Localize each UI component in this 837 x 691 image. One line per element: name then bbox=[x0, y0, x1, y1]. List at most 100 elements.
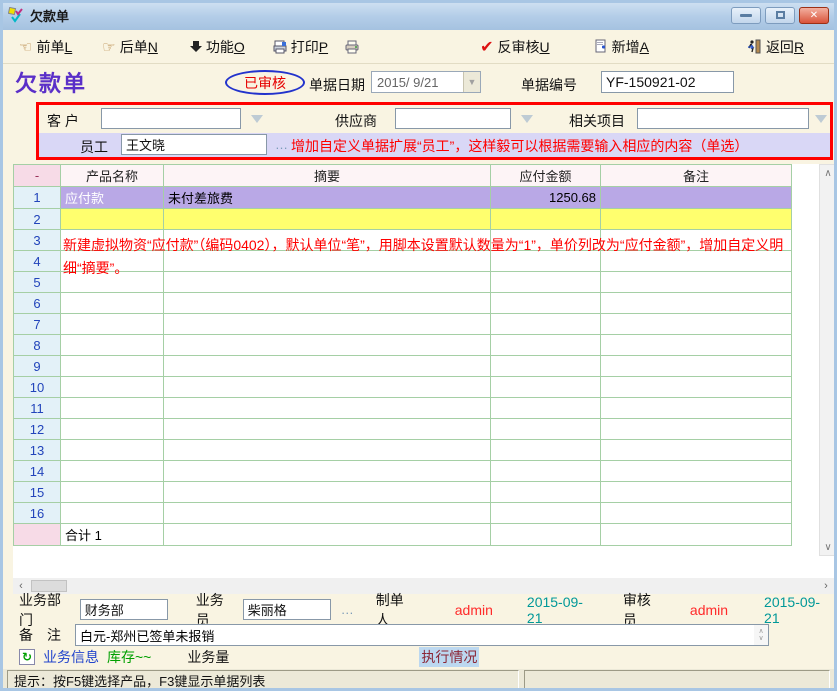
next-doc-button[interactable]: ☞ 后单N bbox=[98, 34, 162, 60]
cell-amount[interactable] bbox=[491, 293, 601, 314]
cell-amount[interactable] bbox=[491, 377, 601, 398]
cell-amount[interactable] bbox=[491, 503, 601, 524]
cell-amount[interactable]: 1250.68 bbox=[491, 187, 601, 209]
execution-status-link[interactable]: 执行情况 bbox=[419, 647, 479, 667]
cell-amount[interactable] bbox=[491, 440, 601, 461]
chevron-down-icon[interactable]: ▼ bbox=[463, 72, 480, 92]
cell-amount[interactable] bbox=[491, 356, 601, 377]
cell-product[interactable] bbox=[61, 293, 164, 314]
cell-no[interactable]: 7 bbox=[14, 314, 61, 335]
cell-note[interactable] bbox=[601, 356, 792, 377]
cell-product[interactable] bbox=[61, 251, 164, 272]
header-amount[interactable]: 应付金额 bbox=[491, 165, 601, 187]
cell-summary[interactable] bbox=[164, 377, 491, 398]
cell-no[interactable]: 15 bbox=[14, 482, 61, 503]
scroll-right-icon[interactable]: › bbox=[818, 580, 834, 592]
supplier-dropdown-icon[interactable] bbox=[521, 115, 533, 123]
cell-amount[interactable] bbox=[491, 314, 601, 335]
header-summary[interactable]: 摘要 bbox=[164, 165, 491, 187]
cell-summary[interactable] bbox=[164, 209, 491, 230]
cell-amount[interactable] bbox=[491, 398, 601, 419]
cell-summary[interactable] bbox=[164, 230, 491, 251]
cell-note[interactable] bbox=[601, 251, 792, 272]
cell-note[interactable] bbox=[601, 230, 792, 251]
cell-summary[interactable]: 未付差旅费 bbox=[164, 187, 491, 209]
cell-no[interactable]: 2 bbox=[14, 209, 61, 230]
employee-input[interactable] bbox=[121, 134, 267, 155]
cell-note[interactable] bbox=[601, 293, 792, 314]
cell-summary[interactable] bbox=[164, 440, 491, 461]
cell-no[interactable]: 5 bbox=[14, 272, 61, 293]
cell-summary[interactable] bbox=[164, 503, 491, 524]
header-note[interactable]: 备注 bbox=[601, 165, 792, 187]
cell-product[interactable] bbox=[61, 461, 164, 482]
scroll-down-icon[interactable]: ∨ bbox=[820, 539, 836, 555]
project-input[interactable] bbox=[637, 108, 809, 129]
functions-button[interactable]: 功能O bbox=[186, 34, 249, 60]
cell-amount[interactable] bbox=[491, 482, 601, 503]
cell-no[interactable]: 8 bbox=[14, 335, 61, 356]
scroll-up-icon[interactable]: ∧ bbox=[820, 165, 836, 181]
cell-note[interactable] bbox=[601, 503, 792, 524]
add-new-button[interactable]: 新增A bbox=[590, 34, 653, 60]
vertical-scrollbar[interactable]: ∧ ∨ bbox=[819, 164, 837, 556]
cell-no[interactable]: 12 bbox=[14, 419, 61, 440]
prev-doc-button[interactable]: ☜ 前单L bbox=[15, 34, 76, 60]
cell-summary[interactable] bbox=[164, 461, 491, 482]
cell-amount[interactable] bbox=[491, 209, 601, 230]
project-dropdown-icon[interactable] bbox=[815, 115, 827, 123]
cell-summary[interactable] bbox=[164, 398, 491, 419]
clerk-browse-icon[interactable]: … bbox=[341, 602, 354, 617]
customer-input[interactable] bbox=[101, 108, 241, 129]
cell-no[interactable]: 14 bbox=[14, 461, 61, 482]
cell-amount[interactable] bbox=[491, 251, 601, 272]
remark-input[interactable] bbox=[76, 626, 754, 644]
unaudit-button[interactable]: ✔ 反审核U bbox=[476, 34, 554, 60]
header-product[interactable]: 产品名称 bbox=[61, 165, 164, 187]
cell-note[interactable] bbox=[601, 482, 792, 503]
cell-product[interactable] bbox=[61, 356, 164, 377]
cell-summary[interactable] bbox=[164, 272, 491, 293]
doc-date-combo[interactable]: 2015/ 9/21 ▼ bbox=[371, 71, 481, 93]
maximize-button[interactable] bbox=[765, 7, 795, 24]
cell-product[interactable] bbox=[61, 314, 164, 335]
cell-note[interactable] bbox=[601, 461, 792, 482]
cell-product[interactable] bbox=[61, 419, 164, 440]
cell-product[interactable] bbox=[61, 503, 164, 524]
cell-summary[interactable] bbox=[164, 419, 491, 440]
close-button[interactable]: ✕ bbox=[799, 7, 829, 24]
cell-note[interactable] bbox=[601, 314, 792, 335]
refresh-icon[interactable]: ↻ bbox=[19, 649, 35, 665]
cell-note[interactable] bbox=[601, 398, 792, 419]
cell-product[interactable] bbox=[61, 482, 164, 503]
cell-summary[interactable] bbox=[164, 251, 491, 272]
cell-product[interactable] bbox=[61, 335, 164, 356]
cell-note[interactable] bbox=[601, 419, 792, 440]
cell-product[interactable] bbox=[61, 440, 164, 461]
print-button[interactable]: 打印P bbox=[269, 34, 332, 60]
cell-note[interactable] bbox=[601, 377, 792, 398]
cell-note[interactable] bbox=[601, 335, 792, 356]
header-index[interactable]: - bbox=[14, 165, 61, 187]
cell-summary[interactable] bbox=[164, 482, 491, 503]
printer-button[interactable] bbox=[340, 37, 364, 57]
spinner-icon[interactable]: ∧∨ bbox=[754, 625, 768, 645]
cell-amount[interactable] bbox=[491, 335, 601, 356]
cell-product[interactable] bbox=[61, 209, 164, 230]
cell-no[interactable]: 10 bbox=[14, 377, 61, 398]
cell-no[interactable]: 1 bbox=[14, 187, 61, 209]
cell-no[interactable]: 4 bbox=[14, 251, 61, 272]
cell-product[interactable]: 应付款 bbox=[61, 187, 164, 209]
cell-product[interactable] bbox=[61, 377, 164, 398]
dept-input[interactable] bbox=[80, 599, 168, 620]
cell-no[interactable]: 16 bbox=[14, 503, 61, 524]
cell-note[interactable] bbox=[601, 440, 792, 461]
supplier-input[interactable] bbox=[395, 108, 511, 129]
cell-product[interactable] bbox=[61, 398, 164, 419]
cell-amount[interactable] bbox=[491, 419, 601, 440]
cell-amount[interactable] bbox=[491, 461, 601, 482]
clerk-input[interactable] bbox=[243, 599, 331, 620]
cell-note[interactable] bbox=[601, 209, 792, 230]
cell-no[interactable]: 6 bbox=[14, 293, 61, 314]
cell-no[interactable]: 11 bbox=[14, 398, 61, 419]
